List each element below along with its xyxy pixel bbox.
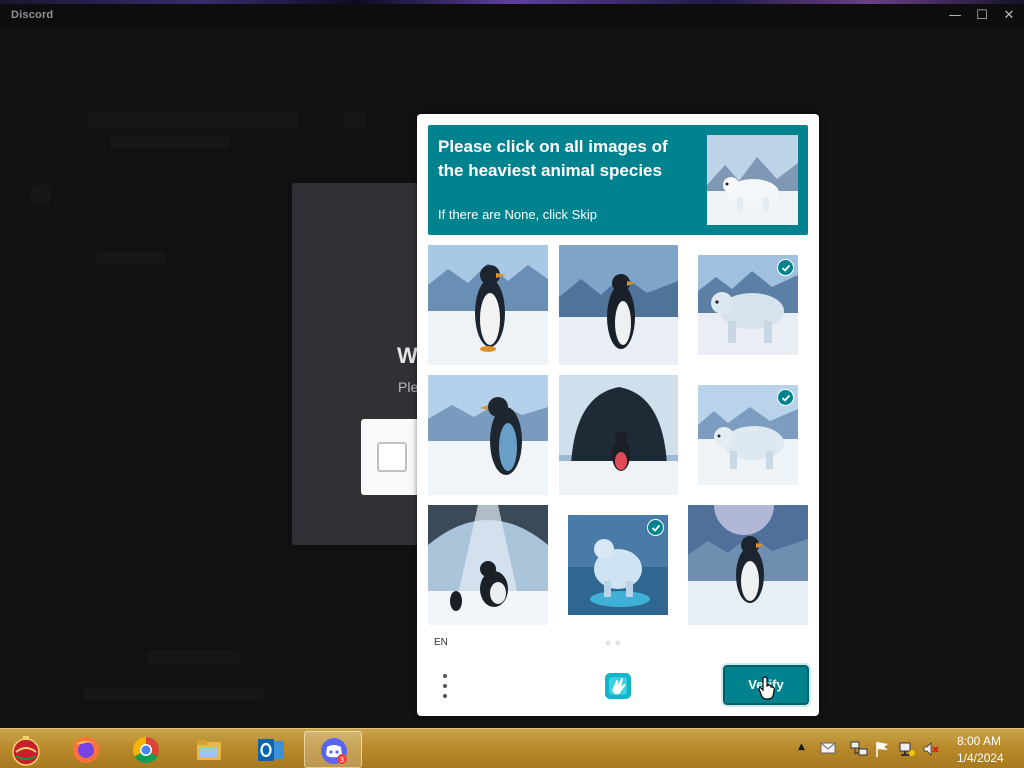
captcha-tile-penguin-in-ice-cave[interactable] bbox=[559, 375, 678, 495]
taskbar-discord[interactable]: 3 bbox=[304, 731, 362, 768]
captcha-tile-penguin[interactable] bbox=[559, 245, 678, 365]
maximize-button[interactable]: ☐ bbox=[971, 6, 993, 26]
minimize-button[interactable]: — bbox=[944, 6, 966, 26]
taskbar: 3 ▲ 8:00 AM 1/4/2024 bbox=[0, 728, 1024, 768]
start-orb-icon[interactable] bbox=[8, 732, 44, 768]
modal-subtitle: Ple bbox=[398, 379, 419, 395]
captcha-tile-polar-bear[interactable] bbox=[698, 385, 798, 485]
captcha-checkbox[interactable] bbox=[377, 442, 407, 472]
language-selector[interactable]: EN bbox=[434, 637, 448, 648]
action-center-flag-icon[interactable] bbox=[874, 740, 890, 758]
dimmed-background-text bbox=[96, 252, 166, 264]
chrome-icon bbox=[132, 736, 159, 764]
firefox-icon bbox=[73, 737, 99, 763]
captcha-tile-polar-bear[interactable] bbox=[568, 515, 668, 615]
modal-title: W bbox=[397, 343, 418, 368]
close-button[interactable]: ✕ bbox=[998, 6, 1020, 26]
title-bar[interactable]: Discord — ☐ ✕ bbox=[0, 4, 1024, 28]
captcha-tile-penguin-in-ice-cave[interactable] bbox=[428, 505, 548, 625]
taskbar-outlook[interactable] bbox=[242, 731, 300, 768]
tray-expand-icon[interactable]: ▲ bbox=[798, 742, 805, 752]
taskbar-file-explorer[interactable] bbox=[180, 731, 238, 768]
clock-date[interactable]: 1/4/2024 bbox=[957, 751, 1004, 765]
selected-check-icon bbox=[777, 259, 794, 276]
dimmed-background-icon bbox=[344, 112, 366, 128]
taskbar-firefox[interactable] bbox=[57, 731, 115, 768]
selected-check-icon bbox=[777, 389, 794, 406]
captcha-tile-penguin[interactable] bbox=[428, 375, 548, 495]
more-options-icon[interactable] bbox=[437, 672, 453, 700]
clock-time[interactable]: 8:00 AM bbox=[957, 734, 1001, 748]
dimmed-background-icon bbox=[30, 184, 52, 206]
selected-check-icon bbox=[647, 519, 664, 536]
discord-badge: 3 bbox=[340, 756, 344, 764]
prompt-hint: If there are None, click Skip bbox=[438, 207, 597, 222]
network-icon[interactable] bbox=[850, 740, 868, 758]
hcaptcha-logo-icon bbox=[605, 673, 631, 699]
mail-icon[interactable] bbox=[820, 741, 836, 755]
captcha-prompt: Please click on all images of the heavie… bbox=[428, 125, 808, 235]
captcha-tile-penguin[interactable] bbox=[688, 505, 808, 625]
example-image bbox=[707, 135, 798, 225]
dimmed-background-text bbox=[84, 688, 264, 700]
captcha-challenge: Please click on all images of the heavie… bbox=[417, 114, 819, 716]
folder-icon bbox=[197, 740, 221, 760]
captcha-tile-penguin[interactable] bbox=[428, 245, 548, 365]
volume-muted-icon[interactable] bbox=[922, 740, 940, 758]
dimmed-background-text bbox=[110, 136, 230, 148]
page-dots bbox=[605, 640, 621, 646]
discord-icon: 3 bbox=[321, 738, 347, 764]
taskbar-chrome[interactable] bbox=[117, 731, 175, 768]
hand-cursor-icon bbox=[758, 676, 775, 700]
app-title: Discord bbox=[11, 9, 54, 21]
captcha-tile-polar-bear[interactable] bbox=[698, 255, 798, 355]
network-status-icon[interactable] bbox=[898, 740, 916, 758]
dimmed-background-text bbox=[88, 112, 298, 128]
outlook-icon bbox=[258, 739, 284, 761]
dimmed-background-text bbox=[148, 650, 240, 664]
prompt-text: Please click on all images of the heavie… bbox=[438, 137, 668, 180]
